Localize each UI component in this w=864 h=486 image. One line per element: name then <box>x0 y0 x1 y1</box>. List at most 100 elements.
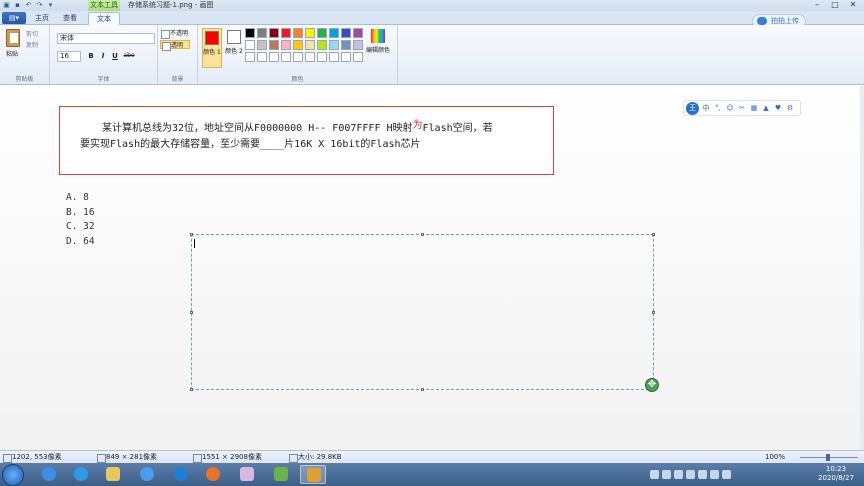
tool-icon <box>240 467 254 481</box>
undo-icon[interactable]: ↶ <box>24 1 33 10</box>
zoom-slider-knob[interactable] <box>826 454 830 461</box>
palette-swatch[interactable] <box>317 52 327 62</box>
palette-swatch[interactable] <box>305 52 315 62</box>
keyboard-icon[interactable]: ▦ <box>749 103 759 113</box>
taskbar-ie[interactable] <box>68 465 94 484</box>
canvas-area[interactable]: 某计算机总线为32位，地址空间从F0000000 H-- F007FFFF H映… <box>0 86 864 450</box>
window-controls: – □ ✕ <box>808 0 862 11</box>
vertical-scrollbar[interactable] <box>860 86 864 450</box>
tab-view[interactable]: 查看 <box>58 12 82 25</box>
edit-colors-button[interactable]: 编辑颜色 <box>363 28 393 68</box>
file-menu-button[interactable]: ▤▾ <box>2 12 26 24</box>
ime-mode-button[interactable]: 中 <box>701 103 711 113</box>
tools-icon[interactable]: ✂ <box>737 103 747 113</box>
palette-swatch[interactable] <box>341 28 351 38</box>
transparent-option[interactable]: 透明 <box>160 40 190 51</box>
resize-handle-s[interactable] <box>421 388 424 391</box>
strikethrough-button[interactable]: abe <box>122 51 136 61</box>
italic-button[interactable]: I <box>98 51 108 61</box>
tray-settings-icon[interactable] <box>686 470 695 479</box>
gear-icon[interactable]: ⚙ <box>785 103 795 113</box>
taskbar-tool[interactable] <box>234 465 260 484</box>
taskbar-clock[interactable]: 10:23 2020/8/27 <box>818 465 854 483</box>
text-input-box[interactable] <box>190 233 655 391</box>
taskbar-explorer[interactable] <box>100 465 126 484</box>
taskbar-paint[interactable] <box>268 465 294 484</box>
cut-button[interactable]: 剪切 <box>26 29 38 38</box>
palette-swatch[interactable] <box>269 28 279 38</box>
opaque-option[interactable]: 不透明 <box>160 29 190 39</box>
palette-swatch[interactable] <box>293 40 303 50</box>
user-icon[interactable]: ▲ <box>761 103 771 113</box>
tray-app-icon[interactable] <box>662 470 671 479</box>
palette-swatch[interactable] <box>257 40 267 50</box>
tab-text[interactable]: 文本 <box>88 12 120 25</box>
palette-swatch[interactable] <box>245 40 255 50</box>
palette-swatch[interactable] <box>329 52 339 62</box>
save-icon[interactable]: ▪ <box>13 1 22 10</box>
resize-handle-n[interactable] <box>421 233 424 236</box>
palette-swatch[interactable] <box>329 28 339 38</box>
tray-volume-icon[interactable] <box>722 470 731 479</box>
color-2-button[interactable]: 颜色 2 <box>224 28 244 68</box>
palette-swatch[interactable] <box>269 40 279 50</box>
paste-button[interactable]: 粘贴 <box>6 49 18 58</box>
palette-swatch[interactable] <box>305 28 315 38</box>
taskbar-cloud-app[interactable] <box>134 465 160 484</box>
palette-swatch[interactable] <box>269 52 279 62</box>
resize-handle-sw[interactable] <box>190 388 193 391</box>
palette-swatch[interactable] <box>317 28 327 38</box>
tray-flag-icon[interactable] <box>698 470 707 479</box>
palette-swatch[interactable] <box>341 40 351 50</box>
palette-swatch[interactable] <box>281 28 291 38</box>
window-title: 存储系统习题-1.png - 画图 <box>128 1 214 9</box>
tab-home[interactable]: 主页 <box>30 12 54 25</box>
palette-swatch[interactable] <box>353 52 363 62</box>
resize-handle-e[interactable] <box>652 311 655 314</box>
underline-button[interactable]: U <box>110 51 120 61</box>
font-family-select[interactable]: 宋体 <box>57 33 155 44</box>
palette-swatch[interactable] <box>293 28 303 38</box>
taskbar-baidu-netdisk[interactable] <box>36 465 62 484</box>
palette-swatch[interactable] <box>341 52 351 62</box>
app-icon[interactable]: ▣ <box>2 1 11 10</box>
palette-swatch[interactable] <box>281 40 291 50</box>
redo-icon[interactable]: ↷ <box>35 1 44 10</box>
minimize-button[interactable]: – <box>808 0 826 11</box>
palette-swatch[interactable] <box>353 40 363 50</box>
tray-network-icon[interactable] <box>710 470 719 479</box>
palette-swatch[interactable] <box>329 40 339 50</box>
ime-logo-icon[interactable]: 王 <box>686 101 699 115</box>
bold-button[interactable]: B <box>86 51 96 61</box>
taskbar-paint-active[interactable] <box>300 465 326 484</box>
palette-swatch[interactable] <box>245 28 255 38</box>
palette-swatch[interactable] <box>305 40 315 50</box>
palette-swatch[interactable] <box>317 40 327 50</box>
option-d: D. 64 <box>66 235 95 247</box>
palette-swatch[interactable] <box>257 28 267 38</box>
skin-icon[interactable]: ♥ <box>773 103 783 113</box>
tray-ime-icon[interactable] <box>650 470 659 479</box>
paste-icon[interactable] <box>6 29 20 47</box>
palette-swatch[interactable] <box>245 52 255 62</box>
taskbar-firefox[interactable] <box>200 465 226 484</box>
emoji-icon[interactable]: ☺ <box>725 103 735 113</box>
resize-handle-ne[interactable] <box>652 233 655 236</box>
start-button[interactable] <box>2 464 24 486</box>
font-size-select[interactable]: 16 <box>57 51 81 62</box>
chevron-down-icon[interactable]: ▾ <box>46 1 55 10</box>
punctuation-icon[interactable]: °, <box>713 103 723 113</box>
resize-handle-w[interactable] <box>190 311 193 314</box>
taskbar-edge[interactable] <box>168 465 194 484</box>
palette-swatch[interactable] <box>281 52 291 62</box>
color-1-button[interactable]: 颜色 1 <box>202 28 222 68</box>
tray-keyboard-icon[interactable] <box>674 470 683 479</box>
copy-button[interactable]: 复制 <box>26 40 38 49</box>
maximize-button[interactable]: □ <box>826 0 844 11</box>
close-button[interactable]: ✕ <box>844 0 862 11</box>
palette-swatch[interactable] <box>293 52 303 62</box>
palette-swatch[interactable] <box>257 52 267 62</box>
resize-handle-nw[interactable] <box>190 233 193 236</box>
palette-swatch[interactable] <box>353 28 363 38</box>
question-line-1: 某计算机总线为32位，地址空间从F0000000 H-- F007FFFF H映… <box>102 120 493 134</box>
